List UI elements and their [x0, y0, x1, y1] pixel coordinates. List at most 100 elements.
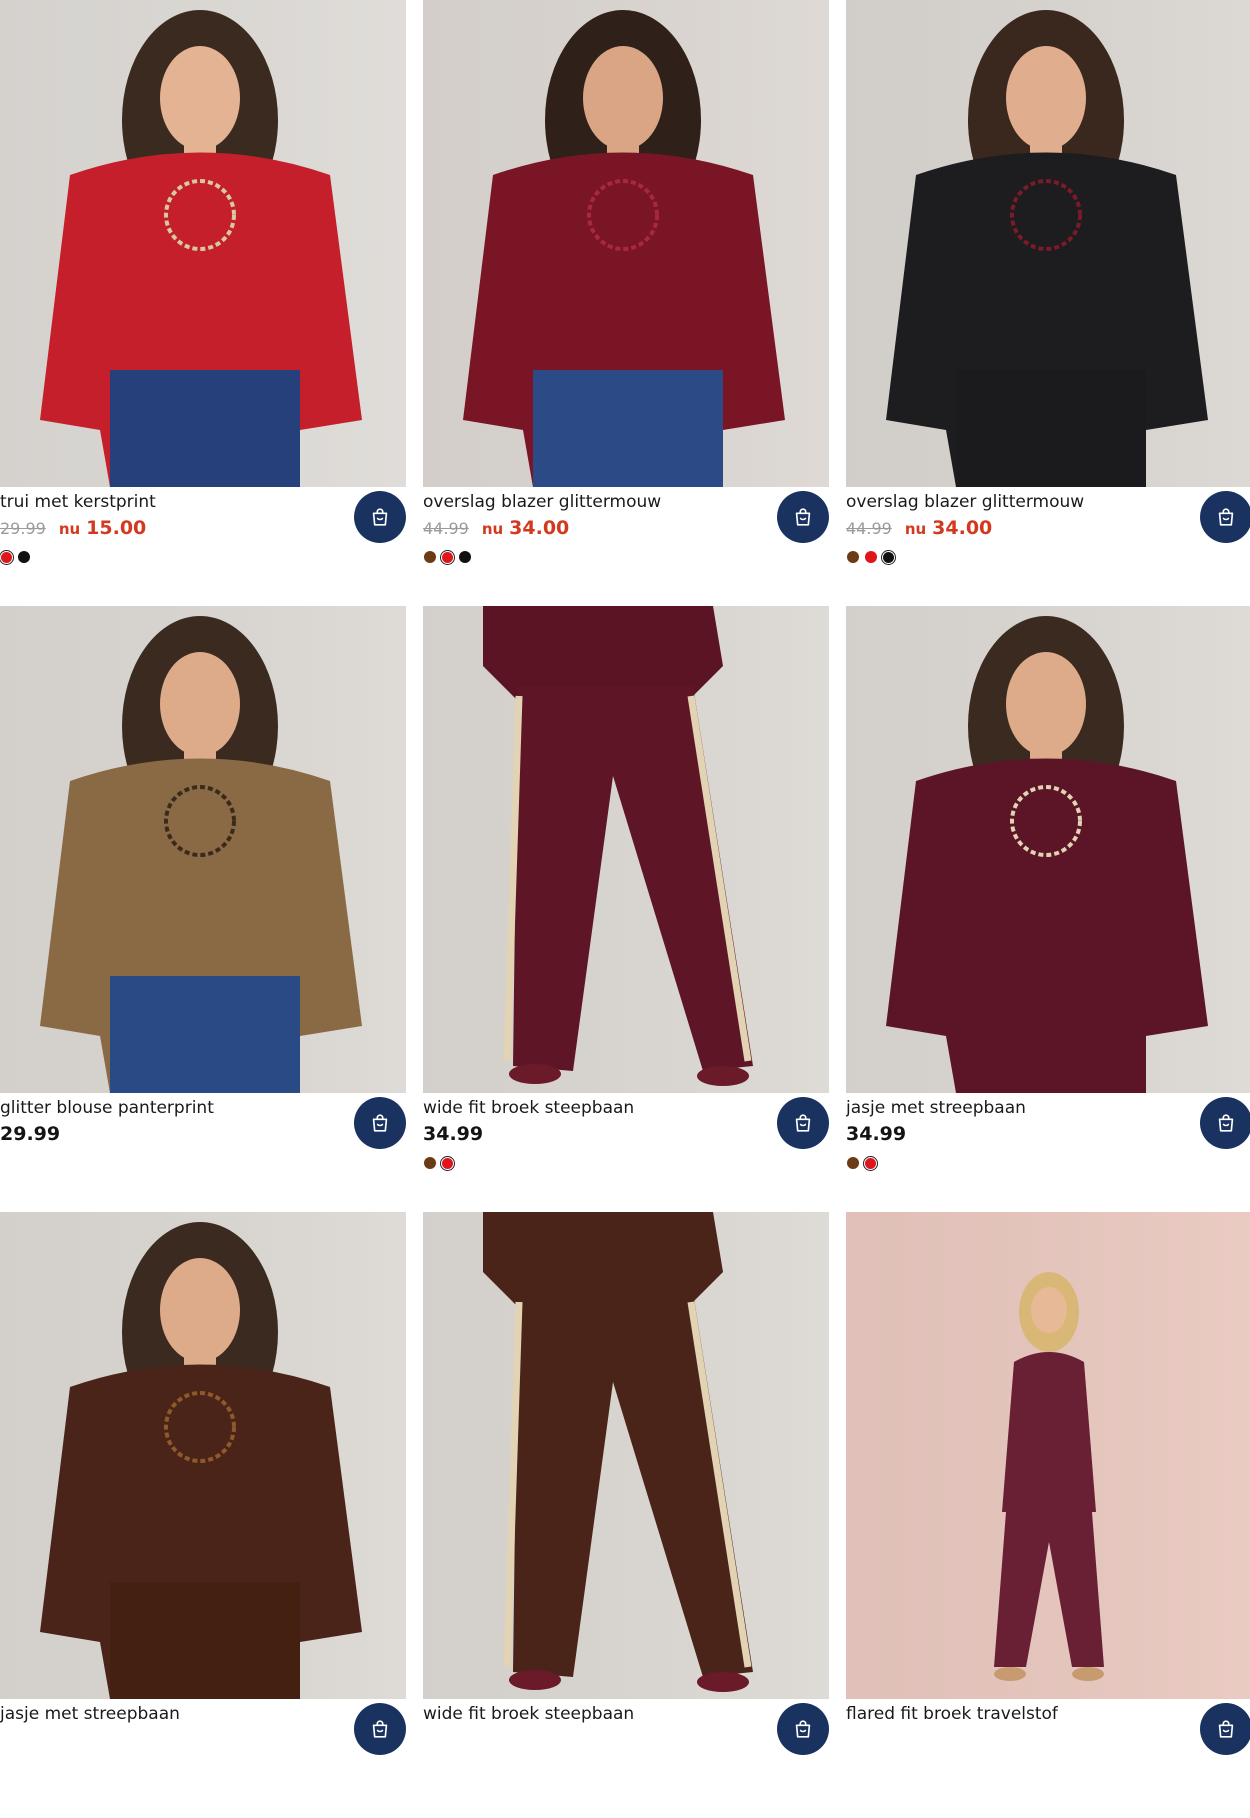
shopping-bag-icon [1218, 508, 1234, 526]
add-to-cart-button[interactable] [354, 491, 406, 543]
color-swatches [424, 1155, 455, 1171]
model-photo-illustration [423, 1212, 829, 1699]
add-to-cart-button[interactable] [1200, 491, 1250, 543]
model-photo-illustration [846, 1212, 1250, 1699]
color-swatches [0, 549, 30, 565]
shopping-bag-icon [372, 508, 388, 526]
model-face [160, 1258, 240, 1362]
model-photo-illustration [423, 0, 829, 487]
current-price: 29.99 [0, 1123, 61, 1145]
shopping-bag-icon [795, 508, 811, 526]
product-card: overslag blazer glittermouw 44.99 nu 34.… [846, 0, 1250, 606]
model-bottoms [533, 370, 723, 487]
model-bottoms [110, 976, 300, 1093]
product-photo[interactable] [0, 1212, 406, 1699]
product-name[interactable]: jasje met streepbaan [846, 1097, 1026, 1119]
product-name[interactable]: flared fit broek travelstof [846, 1703, 1058, 1725]
product-name[interactable]: trui met kerstprint [0, 491, 156, 513]
model-bottoms [956, 370, 1146, 487]
color-swatches [847, 1155, 878, 1171]
color-swatch[interactable] [440, 549, 455, 565]
add-to-cart-button[interactable] [777, 1097, 829, 1149]
product-photo[interactable] [0, 0, 406, 487]
shopping-bag-icon [372, 1114, 388, 1132]
old-price: 44.99 [846, 519, 892, 538]
model-photo-illustration [0, 606, 406, 1093]
model-bottoms [110, 1582, 300, 1699]
color-swatch[interactable] [847, 551, 859, 563]
add-to-cart-button[interactable] [1200, 1097, 1250, 1149]
shopping-bag-icon [1218, 1114, 1234, 1132]
model-shoe [509, 1064, 561, 1084]
shopping-bag-icon [372, 1720, 388, 1738]
shopping-bag-icon [1218, 1720, 1234, 1738]
product-photo[interactable] [846, 606, 1250, 1093]
color-swatch[interactable] [865, 551, 877, 563]
price-block: 44.99 nu 34.00 [846, 517, 992, 541]
model-photo-illustration [846, 0, 1250, 487]
add-to-cart-button[interactable] [1200, 1703, 1250, 1755]
model-face [583, 46, 663, 150]
product-photo[interactable] [846, 1212, 1250, 1699]
price-block: 44.99 nu 34.00 [423, 517, 569, 541]
price-block: 34.99 [846, 1123, 906, 1147]
color-swatch[interactable] [0, 549, 14, 565]
old-price: 29.99 [0, 519, 46, 538]
product-name[interactable]: wide fit broek steepbaan [423, 1097, 634, 1119]
product-card: flared fit broek travelstof [846, 1212, 1250, 1818]
model-face [1031, 1287, 1067, 1333]
model-photo-illustration [423, 606, 829, 1093]
add-to-cart-button[interactable] [777, 491, 829, 543]
color-swatches [847, 549, 896, 565]
product-photo[interactable] [423, 606, 829, 1093]
product-name[interactable]: overslag blazer glittermouw [423, 491, 661, 513]
model-face [160, 46, 240, 150]
color-swatch[interactable] [424, 1157, 436, 1169]
color-swatch[interactable] [881, 549, 896, 565]
price-block: 34.99 [423, 1123, 483, 1147]
add-to-cart-button[interactable] [354, 1097, 406, 1149]
color-swatch[interactable] [863, 1155, 878, 1171]
product-card: overslag blazer glittermouw 44.99 nu 34.… [423, 0, 829, 606]
product-card: wide fit broek steepbaan [423, 1212, 829, 1818]
current-price: 34.99 [846, 1123, 907, 1145]
color-swatches [424, 549, 471, 565]
add-to-cart-button[interactable] [777, 1703, 829, 1755]
color-swatch[interactable] [424, 551, 436, 563]
current-price: 34.00 [932, 517, 993, 539]
old-price: 44.99 [423, 519, 469, 538]
model-face [1006, 46, 1086, 150]
product-name[interactable]: glitter blouse panterprint [0, 1097, 214, 1119]
current-price: 34.99 [423, 1123, 484, 1145]
color-swatch[interactable] [18, 551, 30, 563]
product-card: glitter blouse panterprint 29.99 [0, 606, 406, 1212]
model-photo-illustration [0, 0, 406, 487]
model-shoe [697, 1066, 749, 1086]
shopping-bag-icon [795, 1114, 811, 1132]
product-photo[interactable] [0, 606, 406, 1093]
model-photo-illustration [846, 606, 1250, 1093]
product-name[interactable]: wide fit broek steepbaan [423, 1703, 634, 1725]
now-label: nu [58, 520, 81, 538]
product-photo[interactable] [423, 1212, 829, 1699]
now-label: nu [481, 520, 504, 538]
model-shoe [509, 1670, 561, 1690]
model-bottoms [110, 370, 300, 487]
model-shoe [1072, 1667, 1104, 1681]
model-shoe [697, 1672, 749, 1692]
add-to-cart-button[interactable] [354, 1703, 406, 1755]
current-price: 15.00 [86, 517, 147, 539]
model-bottoms [956, 976, 1146, 1093]
color-swatch[interactable] [459, 551, 471, 563]
product-photo[interactable] [423, 0, 829, 487]
price-block: 29.99 nu 15.00 [0, 517, 146, 541]
product-name[interactable]: overslag blazer glittermouw [846, 491, 1084, 513]
product-photo[interactable] [846, 0, 1250, 487]
color-swatch[interactable] [847, 1157, 859, 1169]
color-swatch[interactable] [440, 1155, 455, 1171]
product-grid: trui met kerstprint 29.99 nu 15.00 overs… [0, 0, 1250, 1818]
product-card: wide fit broek steepbaan 34.99 [423, 606, 829, 1212]
product-name[interactable]: jasje met streepbaan [0, 1703, 180, 1725]
now-label: nu [904, 520, 927, 538]
model-face [1006, 652, 1086, 756]
